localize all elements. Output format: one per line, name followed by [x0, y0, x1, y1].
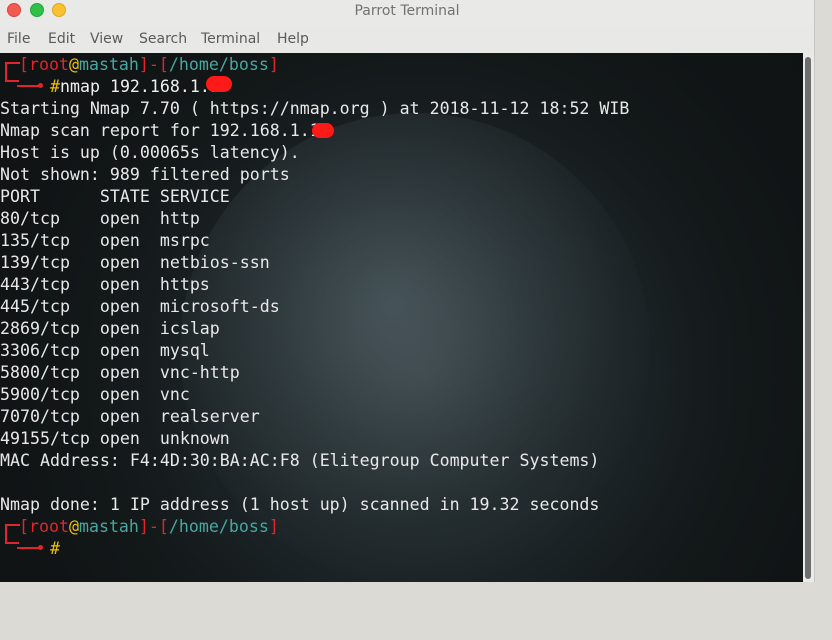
command-line: #nmap 192.168.1.1: [50, 77, 220, 96]
output-line: 49155/tcp open unknown: [0, 429, 230, 448]
terminal-output-area[interactable]: [root@mastah]-[/home/boss] #nmap 192.168…: [0, 53, 803, 582]
terminal-lines: [root@mastah]-[/home/boss] #nmap 192.168…: [0, 53, 803, 582]
title-bar[interactable]: Parrot Terminal: [0, 0, 814, 26]
output-line: Nmap done: 1 IP address (1 host up) scan…: [0, 495, 600, 514]
output-line: 443/tcp open https: [0, 275, 210, 294]
output-line: 3306/tcp open mysql: [0, 341, 210, 360]
menu-view[interactable]: View: [90, 31, 123, 47]
prompt-line: [root@mastah]-[/home/boss]: [19, 55, 279, 74]
output-line: Starting Nmap 7.70 ( https://nmap.org ) …: [0, 99, 630, 118]
output-line: 7070/tcp open realserver: [0, 407, 260, 426]
output-line: 445/tcp open microsoft-ds: [0, 297, 280, 316]
output-line: Not shown: 989 filtered ports: [0, 165, 290, 184]
output-line: 5900/tcp open vnc: [0, 385, 190, 404]
menu-file[interactable]: File: [7, 31, 30, 47]
output-line: 139/tcp open netbios-ssn: [0, 253, 270, 272]
menu-bar: File Edit View Search Terminal Help: [0, 28, 814, 52]
window-title: Parrot Terminal: [354, 3, 460, 19]
output-line: PORT STATE SERVICE: [0, 187, 230, 206]
prompt-corner-bottom: [5, 70, 19, 82]
output-line: 5800/tcp open vnc-http: [0, 363, 240, 382]
menu-edit[interactable]: Edit: [48, 31, 75, 47]
prompt-line: [root@mastah]-[/home/boss]: [19, 517, 279, 536]
output-line: 135/tcp open msrpc: [0, 231, 210, 250]
prompt-corner-bottom: [5, 532, 19, 544]
redaction-mark: [312, 123, 334, 138]
output-line: 2869/tcp open icslap: [0, 319, 220, 338]
scrollbar-thumb[interactable]: [805, 57, 811, 579]
command-line: #: [50, 539, 60, 558]
menu-search[interactable]: Search: [139, 31, 187, 47]
menu-help[interactable]: Help: [277, 31, 309, 47]
redaction-mark: [206, 76, 232, 92]
output-line: MAC Address: F4:4D:30:BA:AC:F8 (Elitegro…: [0, 451, 600, 470]
output-line: 80/tcp open http: [0, 209, 200, 228]
prompt-arrow-head: [38, 545, 43, 550]
menu-terminal[interactable]: Terminal: [201, 31, 260, 47]
output-line: Host is up (0.00065s latency).: [0, 143, 300, 162]
prompt-arrow-head: [38, 83, 43, 88]
output-line: Nmap scan report for 192.168.1.1: [0, 121, 320, 140]
